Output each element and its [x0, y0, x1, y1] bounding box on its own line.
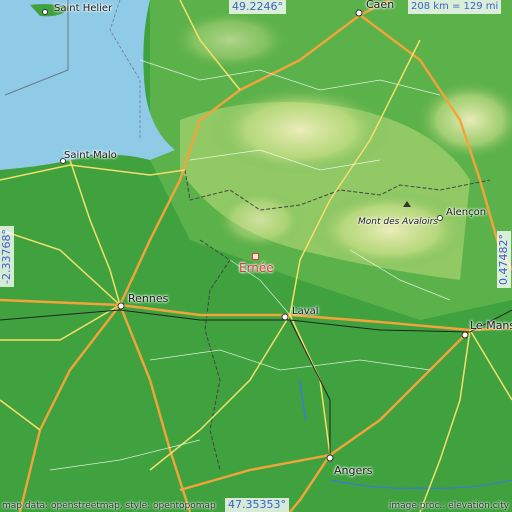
left-longitude-label: -2.33768°: [0, 226, 14, 287]
right-longitude-label: 0.47482°: [497, 231, 511, 288]
place-label-angers: Angers: [334, 464, 373, 477]
top-latitude-label: 49.2246°: [229, 0, 286, 14]
bottom-latitude-label: 47.35353°: [225, 498, 289, 512]
scale-label: 208 km = 129 mi: [408, 0, 502, 14]
place-label-mont-des-avaloirs: Mont des Avaloirs: [358, 217, 439, 227]
place-label-alencon: Alençon: [446, 207, 487, 218]
place-label-rennes: Rennes: [128, 292, 169, 305]
highland-patch: [310, 190, 470, 270]
attribution-map-data: map data: openstreetmap, style: opentopo…: [2, 501, 216, 511]
place-label-saint-malo: Saint-Malo: [64, 150, 117, 161]
place-label-saint-helier: Saint Helier: [54, 3, 113, 14]
city-label-ernee[interactable]: Ernée: [239, 261, 274, 275]
map-viewport[interactable]: Saint Helier Caen Saint-Malo Alençon Mon…: [0, 0, 512, 512]
city-marker-icon[interactable]: [252, 253, 259, 260]
place-label-laval: Laval: [292, 306, 319, 317]
place-label-le-mans: Le Mans: [470, 319, 512, 332]
attribution-image-proc: image proc.: elevation.city: [388, 501, 509, 511]
highland-patch: [210, 85, 390, 175]
place-label-caen: Caen: [366, 0, 395, 11]
